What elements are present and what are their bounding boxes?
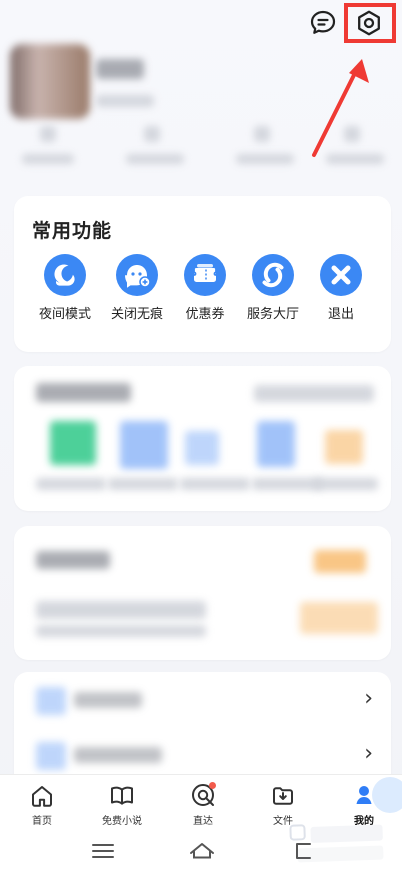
username-blur [96, 59, 144, 79]
info-line-blur [36, 625, 206, 637]
coupon-icon [193, 264, 217, 282]
profile-subtitle-blur [96, 95, 154, 107]
info-card [14, 526, 391, 660]
feature-label: 退出 [327, 307, 354, 322]
service-item-icon[interactable] [257, 421, 295, 467]
service-item-label-blur [36, 478, 106, 490]
info-line-blur [36, 601, 206, 619]
settings-highlight-box [344, 3, 396, 43]
service-item-label-blur [252, 478, 322, 490]
stat-item[interactable] [236, 118, 296, 164]
exit-icon [331, 265, 351, 285]
nav-label: 直达 [193, 816, 213, 827]
service-item-label-blur [108, 478, 178, 490]
service-item-label-blur [314, 478, 378, 490]
profile-page: 常用功能 夜间模式 关闭无痕 优惠券 服务大厅 退出 › › 首页 免费小说 直… [0, 0, 402, 875]
info-badge-blur[interactable] [314, 550, 366, 573]
list-icon-blur [36, 687, 66, 715]
service-item-icon[interactable] [120, 421, 168, 469]
common-functions-title: 常用功能 [32, 220, 113, 242]
incognito-icon [125, 265, 151, 288]
feature-exit[interactable]: 退出 [308, 254, 374, 322]
profile-icon [356, 786, 372, 804]
service-hall-icon [262, 262, 284, 288]
common-functions-card: 常用功能 夜间模式 关闭无痕 优惠券 服务大厅 退出 [14, 196, 391, 352]
nav-label: 免费小说 [102, 816, 142, 827]
service-item-icon[interactable] [50, 421, 96, 465]
file-icon [273, 787, 293, 805]
feature-label: 关闭无痕 [110, 307, 163, 322]
menu-icon[interactable] [88, 839, 118, 863]
nav-direct[interactable]: 直达 [163, 781, 243, 827]
list-label-blur [74, 747, 162, 763]
stat-item[interactable] [326, 118, 386, 164]
service-item-icon[interactable] [325, 430, 363, 464]
watermark-logo [282, 814, 397, 873]
service-item-label-blur [180, 478, 250, 490]
nav-label: 首页 [32, 816, 52, 827]
service-card [14, 366, 391, 511]
list-label-blur [74, 692, 142, 708]
nav-home[interactable]: 首页 [2, 781, 82, 827]
home-icon[interactable] [187, 839, 217, 863]
stat-item[interactable] [22, 118, 82, 164]
chevron-right-icon[interactable]: › [364, 741, 373, 766]
service-title-blur [36, 383, 131, 402]
nav-free-novel[interactable]: 免费小说 [82, 781, 162, 827]
feature-label: 优惠券 [185, 307, 225, 322]
feature-incognito[interactable]: 关闭无痕 [104, 254, 170, 322]
feature-label: 夜间模式 [38, 307, 91, 322]
stat-item[interactable] [126, 118, 186, 164]
feature-service-hall[interactable]: 服务大厅 [240, 254, 306, 322]
home-icon [32, 786, 52, 807]
book-icon [111, 786, 133, 805]
feature-label: 服务大厅 [246, 307, 299, 322]
avatar[interactable] [10, 44, 90, 119]
notification-dot [209, 782, 216, 789]
watermark-logo-icon [289, 824, 384, 863]
list-icon-blur [36, 742, 66, 770]
night-mode-icon [54, 264, 75, 286]
service-more-blur [254, 385, 374, 402]
feature-night-mode[interactable]: 夜间模式 [32, 254, 98, 322]
feature-coupon[interactable]: 优惠券 [172, 254, 238, 322]
info-title-blur [36, 551, 110, 569]
service-item-icon[interactable] [185, 431, 219, 465]
info-button-blur[interactable] [300, 602, 378, 634]
chevron-right-icon[interactable]: › [364, 686, 373, 711]
stats-row [18, 118, 388, 166]
message-icon[interactable] [308, 8, 338, 38]
